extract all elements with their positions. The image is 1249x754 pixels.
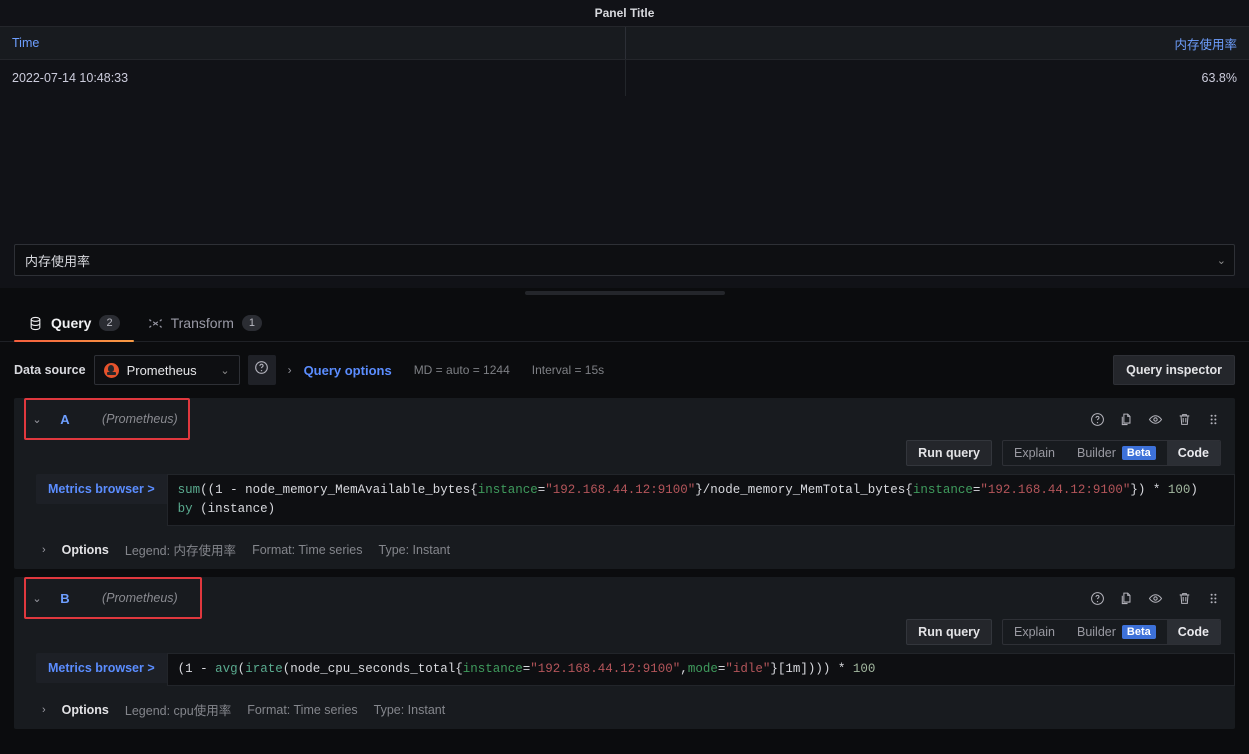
datasource-picker[interactable]: Prometheus ⌄ [93, 355, 240, 385]
query-a-actions [1090, 412, 1235, 427]
query-a-type: Type: Instant [378, 542, 451, 557]
query-a-refid[interactable]: A [52, 412, 78, 427]
query-a-options-title: Options [61, 542, 109, 557]
query-a-toolbar: Run query Explain Builder Beta Code [14, 440, 1235, 474]
datasource-help-button[interactable] [247, 355, 276, 385]
trash-icon[interactable] [1177, 591, 1192, 606]
page-title: Panel Title [594, 6, 655, 20]
query-b-expression-row: Metrics browser > (1 - avg(irate(node_cp… [14, 653, 1235, 692]
duplicate-icon[interactable] [1119, 591, 1134, 606]
help-circle-icon [254, 360, 269, 380]
datasource-row: Data source Prometheus ⌄ › Query options… [0, 342, 1249, 398]
chevron-down-icon: ⌄ [220, 364, 230, 377]
chevron-down-icon[interactable]: ⌄ [30, 413, 44, 426]
builder-label-a: Builder [1076, 446, 1116, 460]
trash-icon[interactable] [1177, 412, 1192, 427]
query-b-identifier[interactable]: ⌄ B (Prometheus) [24, 577, 202, 619]
query-a-format: Format: Time series [252, 542, 363, 557]
builder-mode-button-b[interactable]: Builder Beta [1066, 620, 1167, 644]
chevron-right-icon: › [42, 703, 46, 716]
tab-transform-label: Transform [170, 315, 234, 331]
query-a-expression-row: Metrics browser > sum((1 - node_memory_M… [14, 474, 1235, 532]
query-options-expand-icon[interactable]: › [284, 363, 296, 377]
query-b-format: Format: Time series [247, 702, 358, 717]
pane-resize-strip[interactable] [0, 288, 1249, 298]
query-inspector-button[interactable]: Query inspector [1113, 355, 1235, 385]
query-b-datasource: (Prometheus) [102, 591, 178, 605]
query-block-a: ⌄ A (Prometheus) Run query Explain Build… [14, 398, 1235, 569]
table-body: 2022-07-14 10:48:33 63.8% [0, 60, 1249, 244]
beta-badge-b: Beta [1121, 625, 1156, 639]
visualization-picker-area: 内存使用率 ⌄ [0, 244, 1249, 288]
query-b-toolbar: Run query Explain Builder Beta Code [14, 619, 1235, 653]
query-editor-body[interactable]: Data source Prometheus ⌄ › Query options… [0, 342, 1249, 752]
query-options-link[interactable]: Query options [304, 363, 392, 378]
drag-handle-icon[interactable] [1206, 412, 1221, 427]
panel-table: Time 内存使用率 2022-07-14 10:48:33 63.8% [0, 26, 1249, 244]
run-query-button-a[interactable]: Run query [906, 440, 992, 466]
editor-tabs: Query 2 Transform 1 [0, 298, 1249, 342]
help-circle-icon[interactable] [1090, 591, 1105, 606]
query-b-legend: Legend: cpu使用率 [124, 704, 232, 718]
database-icon [28, 316, 43, 331]
metrics-browser-button-a[interactable]: Metrics browser > [36, 474, 167, 504]
interval-text: Interval = 15s [531, 363, 605, 377]
explain-toggle-b[interactable]: Explain [1003, 620, 1066, 644]
visualization-select[interactable]: 内存使用率 ⌄ [14, 244, 1235, 276]
help-circle-icon[interactable] [1090, 412, 1105, 427]
panel-title-bar: Panel Title [0, 0, 1249, 26]
max-data-points-text: MD = auto = 1244 [413, 363, 510, 377]
datasource-label: Data source [14, 363, 86, 377]
tab-transform-badge: 1 [241, 315, 262, 331]
beta-badge-a: Beta [1121, 446, 1156, 460]
query-a-datasource: (Prometheus) [102, 412, 178, 426]
table-cell-value: 63.8% [1201, 71, 1237, 85]
code-mode-button-a[interactable]: Code [1166, 441, 1220, 465]
table-cell-time: 2022-07-14 10:48:33 [0, 60, 626, 96]
table-row: 2022-07-14 10:48:33 63.8% [0, 60, 1249, 96]
datasource-name: Prometheus [126, 362, 197, 378]
drag-handle-icon[interactable] [1206, 591, 1221, 606]
panel-preview: Panel Title Time 内存使用率 2022-07-14 10:48:… [0, 0, 1249, 288]
query-b-code-editor[interactable]: (1 - avg(irate(node_cpu_seconds_total{in… [166, 653, 1235, 686]
query-b-options-title: Options [61, 702, 109, 717]
tab-query-badge: 2 [99, 315, 120, 331]
query-a-mode-group: Explain Builder Beta Code [1001, 440, 1221, 466]
query-b-actions [1090, 591, 1235, 606]
duplicate-icon[interactable] [1119, 412, 1134, 427]
tab-transform[interactable]: Transform 1 [134, 315, 276, 341]
explain-toggle-a[interactable]: Explain [1003, 441, 1066, 465]
builder-mode-button-a[interactable]: Builder Beta [1066, 441, 1167, 465]
metrics-browser-button-b[interactable]: Metrics browser > [36, 653, 167, 683]
query-b-options-row[interactable]: › Options Legend: cpu使用率 Format: Time se… [14, 692, 1235, 729]
chevron-down-icon: ⌄ [1216, 254, 1226, 267]
query-b-refid[interactable]: B [52, 591, 78, 606]
table-header-row: Time 内存使用率 [0, 26, 1249, 60]
tab-query-label: Query [51, 315, 92, 331]
query-block-b: ⌄ B (Prometheus) Run query Explain Build… [14, 577, 1235, 729]
query-b-header: ⌄ B (Prometheus) [14, 577, 1235, 619]
query-b-type: Type: Instant [373, 702, 446, 717]
code-mode-button-b[interactable]: Code [1166, 620, 1220, 644]
transform-icon [148, 316, 163, 331]
eye-icon[interactable] [1148, 591, 1163, 606]
query-a-options-row[interactable]: › Options Legend: 内存使用率 Format: Time ser… [14, 532, 1235, 569]
query-a-identifier[interactable]: ⌄ A (Prometheus) [24, 398, 190, 440]
prometheus-logo-icon [103, 362, 119, 378]
table-column-header-value[interactable]: 内存使用率 [626, 27, 1249, 59]
query-a-code-editor[interactable]: sum((1 - node_memory_MemAvailable_bytes{… [166, 474, 1235, 526]
query-a-legend: Legend: 内存使用率 [124, 544, 237, 558]
builder-label-b: Builder [1076, 625, 1116, 639]
run-query-button-b[interactable]: Run query [906, 619, 992, 645]
chevron-right-icon: › [42, 543, 46, 556]
pane-resize-handle[interactable] [524, 291, 725, 295]
tab-query[interactable]: Query 2 [14, 315, 134, 342]
table-column-header-time[interactable]: Time [0, 27, 626, 59]
chevron-down-icon[interactable]: ⌄ [30, 592, 44, 605]
query-b-mode-group: Explain Builder Beta Code [1001, 619, 1221, 645]
visualization-select-value: 内存使用率 [25, 253, 91, 269]
query-a-header: ⌄ A (Prometheus) [14, 398, 1235, 440]
eye-icon[interactable] [1148, 412, 1163, 427]
